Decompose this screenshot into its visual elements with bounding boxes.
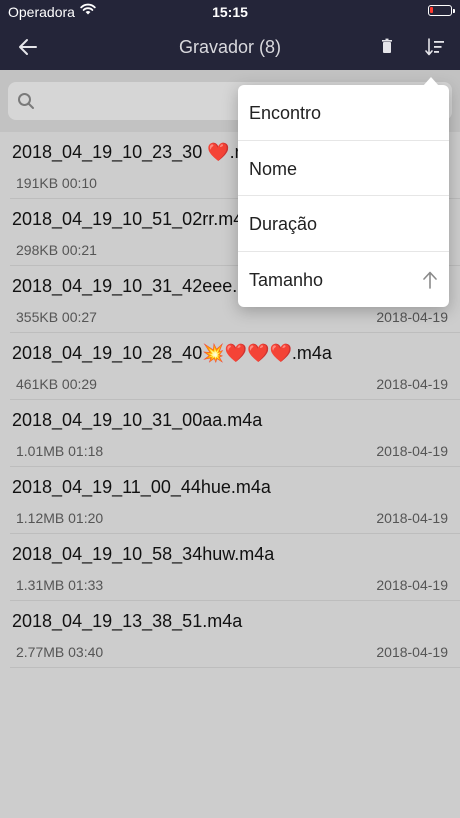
recording-date: 2018-04-19 bbox=[376, 644, 448, 660]
list-item[interactable]: 2018_04_19_10_58_34huw.m4a 1.31MB 01:33 … bbox=[10, 534, 460, 601]
sort-option-tamanho[interactable]: Tamanho bbox=[238, 252, 449, 308]
battery-icon bbox=[428, 5, 455, 16]
recording-date: 2018-04-19 bbox=[376, 577, 448, 593]
recording-size-duration: 461KB 00:29 bbox=[16, 376, 97, 392]
recording-date: 2018-04-19 bbox=[376, 510, 448, 526]
sort-icon bbox=[425, 38, 444, 56]
list-item[interactable]: 2018_04_19_10_31_00aa.m4a 1.01MB 01:18 2… bbox=[10, 400, 460, 467]
sort-option-encontro[interactable]: Encontro bbox=[238, 85, 449, 141]
list-item[interactable]: 2018_04_19_11_00_44hue.m4a 1.12MB 01:20 … bbox=[10, 467, 460, 534]
sort-button[interactable] bbox=[423, 35, 447, 59]
recording-size-duration: 2.77MB 03:40 bbox=[16, 644, 104, 660]
sort-option-duracao[interactable]: Duração bbox=[238, 196, 449, 252]
recording-date: 2018-04-19 bbox=[376, 309, 448, 325]
recording-name: 2018_04_19_13_38_51.m4a bbox=[12, 611, 243, 631]
navigation-bar: Gravador (8) bbox=[0, 24, 460, 70]
recording-date: 2018-04-19 bbox=[376, 443, 448, 459]
sort-option-label: Tamanho bbox=[249, 269, 324, 290]
recording-date: 2018-04-19 bbox=[376, 376, 448, 392]
recording-size-duration: 1.01MB 01:18 bbox=[16, 443, 104, 459]
recording-name: 2018_04_19_10_58_34huw.m4a bbox=[12, 544, 275, 564]
status-bar: Operadora 15:15 bbox=[0, 0, 460, 24]
recording-size-duration: 191KB 00:10 bbox=[16, 175, 97, 191]
recording-size-duration: 1.31MB 01:33 bbox=[16, 577, 104, 593]
sort-option-nome[interactable]: Nome bbox=[238, 141, 449, 196]
sort-option-label: Nome bbox=[249, 158, 298, 179]
arrow-up-icon bbox=[421, 270, 439, 295]
recording-name: 2018_04_19_10_31_00aa.m4a bbox=[12, 410, 263, 430]
trash-icon bbox=[382, 38, 392, 53]
recording-name: 2018_04_19_10_28_40💥❤️❤️❤️.m4a bbox=[12, 343, 332, 363]
recording-name: 2018_04_19_10_51_02rr.m4a bbox=[12, 209, 254, 229]
list-item[interactable]: 2018_04_19_10_28_40💥❤️❤️❤️.m4a 461KB 00:… bbox=[10, 333, 460, 400]
delete-button[interactable] bbox=[375, 35, 399, 59]
search-icon bbox=[17, 92, 35, 115]
clock: 15:15 bbox=[212, 4, 248, 20]
recording-size-duration: 298KB 00:21 bbox=[16, 242, 97, 258]
recording-size-duration: 1.12MB 01:20 bbox=[16, 510, 104, 526]
recording-name: 2018_04_19_11_00_44hue.m4a bbox=[12, 477, 271, 497]
sort-option-label: Duração bbox=[249, 214, 318, 234]
sort-option-label: Encontro bbox=[249, 103, 322, 123]
sort-menu: Encontro Nome Duração Tamanho bbox=[238, 77, 449, 308]
recording-size-duration: 355KB 00:27 bbox=[16, 309, 97, 325]
recording-name: 2018_04_19_10_23_30 ❤️.m4a bbox=[12, 142, 270, 162]
recording-name: 2018_04_19_10_31_42eee.m4a bbox=[12, 276, 273, 296]
list-item[interactable]: 2018_04_19_13_38_51.m4a 2.77MB 03:40 201… bbox=[10, 601, 460, 668]
